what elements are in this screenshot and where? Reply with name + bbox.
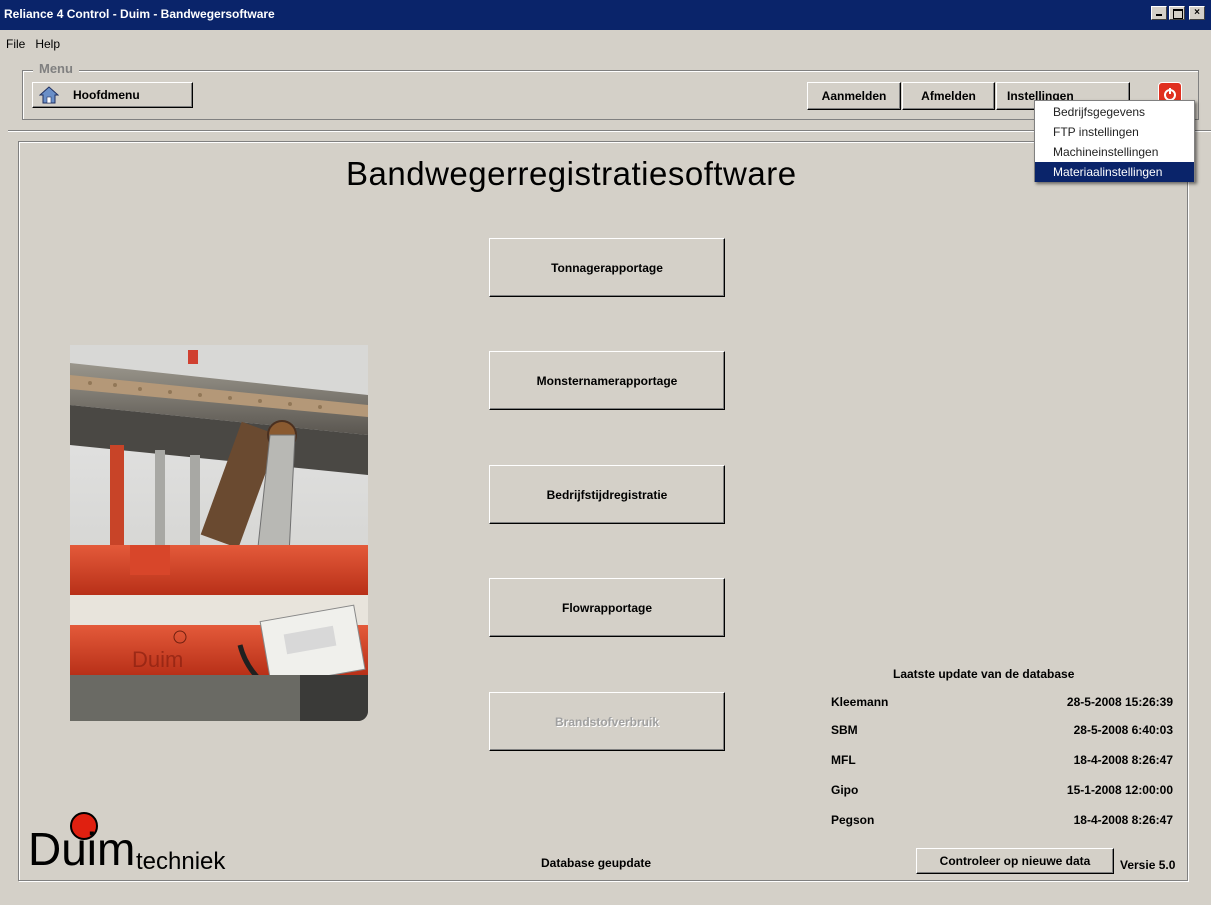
logo-name: Duim	[28, 823, 136, 875]
photo-brand-text: Duim	[132, 647, 183, 672]
db-row-time: 18-4-2008 8:26:47	[1073, 813, 1173, 827]
check-new-data-button[interactable]: Controleer op nieuwe data	[916, 848, 1114, 874]
header-divider	[8, 130, 1211, 132]
tonnage-report-button[interactable]: Tonnagerapportage	[489, 238, 725, 297]
db-row-name: Pegson	[831, 813, 875, 827]
dropdown-item-material[interactable]: Materiaalinstellingen	[1035, 162, 1194, 182]
page-title: Bandwegerregistratiesoftware	[346, 155, 797, 192]
db-row-time: 18-4-2008 8:26:47	[1073, 753, 1173, 767]
menu-file[interactable]: File	[6, 37, 25, 51]
db-row-name: SBM	[831, 723, 858, 737]
home-button[interactable]: Hoofdmenu	[32, 82, 193, 108]
db-row-time: 28-5-2008 15:26:39	[1066, 695, 1173, 709]
db-row-name: Kleemann	[831, 695, 889, 709]
dropdown-item-ftp[interactable]: FTP instellingen	[1035, 122, 1194, 142]
title-bar: Reliance 4 Control - Duim - Bandwegersof…	[0, 0, 1211, 30]
close-button[interactable]: ×	[1189, 6, 1205, 20]
home-icon	[38, 86, 60, 104]
db-row-name: Gipo	[831, 783, 859, 797]
db-heading: Laatste update van de database	[893, 667, 1075, 681]
window-title: Reliance 4 Control - Duim - Bandwegersof…	[4, 7, 275, 21]
menu-legend: Menu	[33, 61, 79, 76]
logout-button[interactable]: Afmelden	[902, 82, 995, 110]
dropdown-item-company[interactable]: Bedrijfsgegevens	[1035, 102, 1194, 122]
version-label: Versie 5.0	[1120, 858, 1176, 872]
maximize-button[interactable]	[1169, 6, 1185, 20]
db-row-name: MFL	[831, 753, 856, 767]
minimize-button[interactable]	[1151, 6, 1167, 20]
flow-report-button[interactable]: Flowrapportage	[489, 578, 725, 637]
sampling-report-button[interactable]: Monsternamerapportage	[489, 351, 725, 410]
fuel-consumption-button: Brandstofverbruik	[489, 692, 725, 751]
menu-help[interactable]: Help	[35, 37, 60, 51]
settings-dropdown: Bedrijfsgegevens FTP instellingen Machin…	[1034, 100, 1195, 182]
home-label: Hoofdmenu	[73, 88, 140, 102]
login-button[interactable]: Aanmelden	[807, 82, 901, 110]
window-controls: ×	[1151, 6, 1205, 20]
conveyor-photo: Duim	[70, 345, 368, 721]
db-row-time: 15-1-2008 12:00:00	[1066, 783, 1173, 797]
status-text: Database geupdate	[541, 856, 652, 870]
dropdown-item-machine[interactable]: Machineinstellingen	[1035, 142, 1194, 162]
logo-subtitle: techniek	[136, 848, 226, 875]
db-row-time: 28-5-2008 6:40:03	[1073, 723, 1173, 737]
company-logo: Duim techniek	[28, 812, 238, 878]
menu-bar: File Help	[0, 30, 1211, 58]
operating-time-button[interactable]: Bedrijfstijdregistratie	[489, 465, 725, 524]
